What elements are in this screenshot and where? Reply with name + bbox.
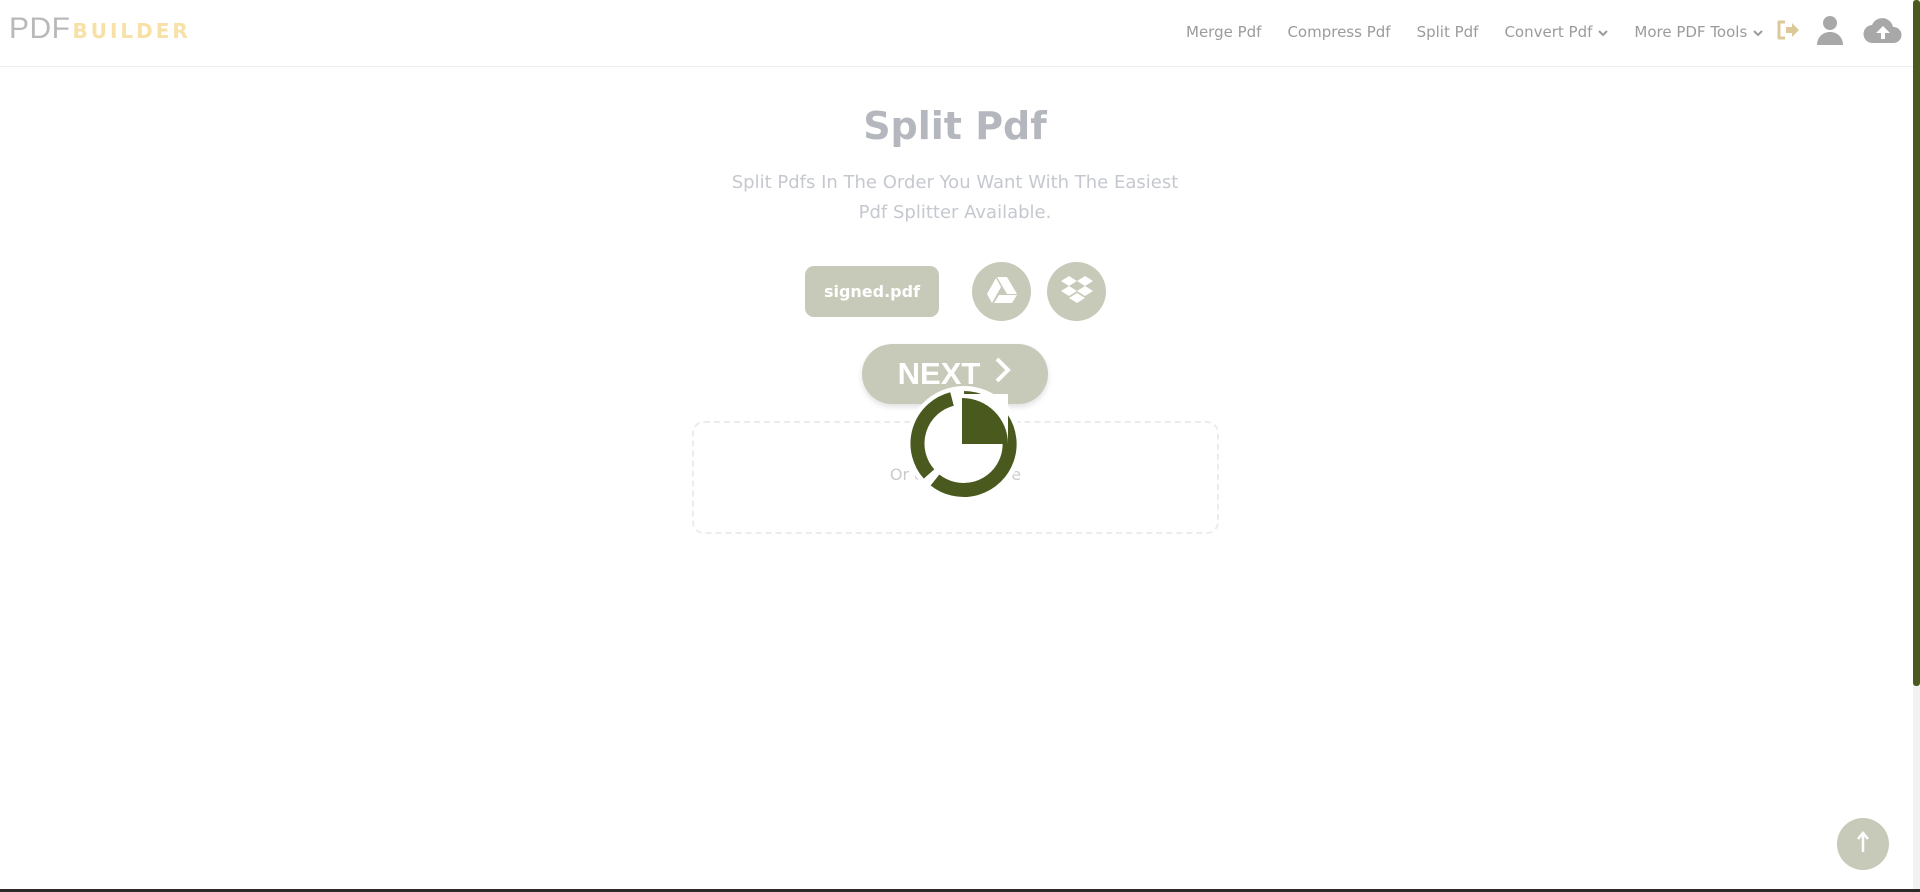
chevron-down-icon <box>1598 27 1609 40</box>
google-drive-icon <box>986 276 1018 308</box>
logo-main-text: PDF <box>9 12 71 45</box>
file-name-label: signed.pdf <box>823 282 921 301</box>
logo[interactable]: PDF BUILDER <box>9 12 191 52</box>
main-nav: Merge Pdf Compress Pdf Split Pdf Convert… <box>1186 0 1789 64</box>
cloud-upload-icon[interactable] <box>1862 13 1904 47</box>
page: PDF BUILDER Merge Pdf Compress Pdf Split… <box>0 0 1920 892</box>
loading-spinner-icon <box>904 384 1024 504</box>
nav-label: Convert Pdf <box>1504 23 1593 41</box>
dropbox-button[interactable] <box>1047 262 1106 321</box>
nav-label: More PDF Tools <box>1634 23 1748 41</box>
nav-compress-pdf[interactable]: Compress Pdf <box>1287 23 1390 41</box>
arrow-up-icon <box>1856 831 1870 857</box>
nav-label: Split Pdf <box>1416 23 1479 41</box>
page-subtitle: Split Pdfs In The Order You Want With Th… <box>731 172 1179 223</box>
nav-label: Compress Pdf <box>1287 23 1391 41</box>
page-title: Split Pdf <box>863 104 1047 148</box>
back-to-top-button[interactable] <box>1837 818 1889 870</box>
nav-split-pdf[interactable]: Split Pdf <box>1417 23 1479 41</box>
logout-icon[interactable] <box>1770 13 1804 47</box>
chevron-down-icon <box>1753 27 1763 40</box>
user-icon[interactable] <box>1813 13 1847 47</box>
nav-convert-pdf[interactable]: Convert Pdf <box>1504 23 1609 41</box>
scrollbar-thumb[interactable] <box>1913 0 1920 686</box>
top-navbar: PDF BUILDER Merge Pdf Compress Pdf Split… <box>0 0 1913 67</box>
scrollbar[interactable] <box>1913 0 1920 892</box>
nav-label: Merge Pdf <box>1186 23 1262 41</box>
google-drive-button[interactable] <box>972 262 1031 321</box>
dropbox-icon <box>1060 275 1094 309</box>
nav-merge-pdf[interactable]: Merge Pdf <box>1186 23 1261 41</box>
logo-sub-text: BUILDER <box>72 19 191 43</box>
nav-more-pdf-tools[interactable]: More PDF Tools <box>1634 23 1763 41</box>
selected-file-button[interactable]: signed.pdf <box>805 266 939 317</box>
